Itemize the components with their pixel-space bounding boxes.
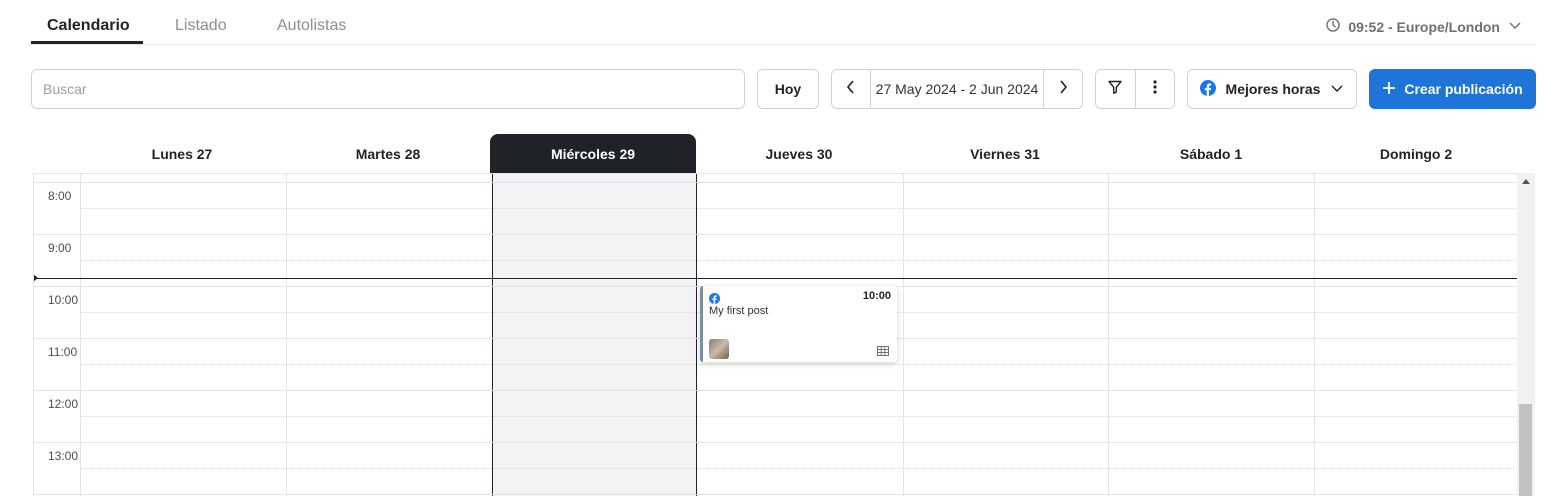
tab-autolistas[interactable]: Autolistas bbox=[277, 17, 346, 35]
week-calendar-grid[interactable]: 8:00 9:00 10:00 11:00 12:00 13:00 10:00 … bbox=[33, 173, 1517, 496]
hour-label: 8:00 bbox=[48, 189, 72, 203]
date-range-label[interactable]: 27 May 2024 - 2 Jun 2024 bbox=[871, 70, 1043, 108]
day-header-jueves[interactable]: Jueves 30 bbox=[696, 134, 902, 173]
hour-line bbox=[34, 442, 1517, 443]
column-divider bbox=[903, 174, 904, 496]
scrollbar-thumb[interactable] bbox=[1519, 404, 1532, 496]
hour-label: 9:00 bbox=[48, 241, 72, 255]
chevron-down-icon bbox=[1330, 81, 1344, 98]
hour-label: 13:00 bbox=[48, 449, 79, 463]
previous-week-button[interactable] bbox=[832, 70, 871, 108]
scheduled-post-card[interactable]: 10:00 My first post bbox=[700, 286, 897, 362]
hour-label: 12:00 bbox=[48, 397, 79, 411]
half-hour-line bbox=[81, 260, 1517, 261]
tab-listado[interactable]: Listado bbox=[175, 17, 227, 35]
half-hour-line bbox=[81, 468, 1517, 469]
timezone-selector[interactable]: 09:52 - Europe/London bbox=[1326, 18, 1522, 35]
calendar-scrollbar[interactable] bbox=[1517, 173, 1535, 496]
chevron-left-icon bbox=[845, 79, 857, 99]
column-divider bbox=[80, 174, 81, 496]
hour-line bbox=[34, 390, 1517, 391]
next-week-button[interactable] bbox=[1043, 70, 1082, 108]
clock-icon bbox=[1326, 18, 1341, 35]
day-header-sabado[interactable]: Sábado 1 bbox=[1108, 134, 1314, 173]
facebook-icon bbox=[1199, 79, 1216, 99]
create-post-button[interactable]: Crear publicación bbox=[1369, 69, 1536, 109]
hour-line bbox=[34, 182, 1517, 183]
hour-label: 10:00 bbox=[48, 293, 79, 307]
column-divider bbox=[1314, 174, 1315, 496]
column-divider bbox=[286, 174, 287, 496]
half-hour-line bbox=[81, 208, 1517, 209]
half-hour-line bbox=[81, 364, 1517, 365]
chevron-right-icon bbox=[1057, 79, 1069, 99]
tab-calendario[interactable]: Calendario bbox=[47, 17, 130, 35]
chevron-down-icon bbox=[1508, 18, 1522, 35]
hour-line bbox=[34, 494, 1517, 495]
grid-icon[interactable] bbox=[877, 343, 889, 361]
timezone-label: 09:52 - Europe/London bbox=[1348, 18, 1500, 35]
day-header-domingo[interactable]: Domingo 2 bbox=[1313, 134, 1519, 173]
best-hours-label: Mejores horas bbox=[1225, 81, 1321, 97]
day-header-lunes[interactable]: Lunes 27 bbox=[79, 134, 285, 173]
create-post-label: Crear publicación bbox=[1404, 81, 1523, 97]
today-button[interactable]: Hoy bbox=[757, 69, 819, 109]
filter-button[interactable] bbox=[1096, 70, 1136, 108]
post-thumbnail bbox=[709, 339, 729, 359]
current-time-marker bbox=[34, 274, 38, 282]
view-tabs: Calendario Listado Autolistas 09:52 - Eu… bbox=[31, 0, 1536, 45]
scroll-up-arrow-icon[interactable] bbox=[1522, 179, 1530, 184]
day-header-martes[interactable]: Martes 28 bbox=[285, 134, 491, 173]
today-column bbox=[492, 174, 697, 496]
hour-line bbox=[34, 234, 1517, 235]
half-hour-line bbox=[81, 416, 1517, 417]
date-range-navigator: 27 May 2024 - 2 Jun 2024 bbox=[831, 69, 1083, 109]
current-time-line bbox=[34, 278, 1517, 279]
more-vertical-icon bbox=[1153, 79, 1157, 100]
post-time: 10:00 bbox=[862, 290, 891, 302]
day-header-viernes[interactable]: Viernes 31 bbox=[902, 134, 1108, 173]
day-header-miercoles-today[interactable]: Miércoles 29 bbox=[490, 134, 696, 173]
post-text: My first post bbox=[709, 305, 769, 317]
hour-label: 11:00 bbox=[48, 345, 78, 359]
filter-icon bbox=[1107, 79, 1123, 100]
best-hours-button[interactable]: Mejores horas bbox=[1187, 69, 1357, 109]
plus-icon bbox=[1382, 81, 1396, 98]
active-tab-indicator bbox=[31, 41, 143, 44]
more-options-button[interactable] bbox=[1136, 70, 1175, 108]
search-input[interactable] bbox=[31, 69, 745, 109]
filter-options-group bbox=[1095, 69, 1175, 109]
column-divider bbox=[1108, 174, 1109, 496]
